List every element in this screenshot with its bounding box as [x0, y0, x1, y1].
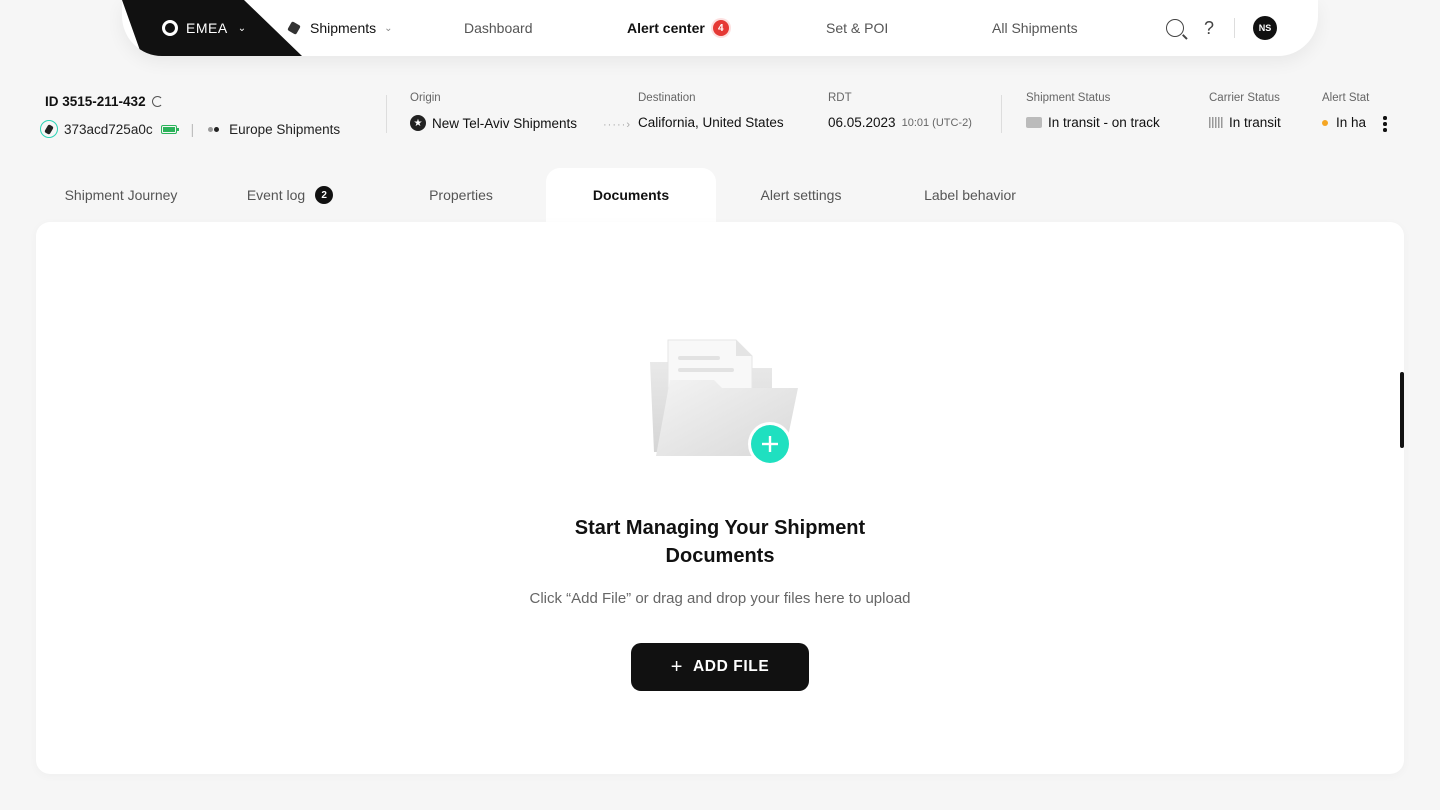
rdt-time: 10:01 (UTC-2): [901, 116, 972, 129]
empty-state-title-line2: Documents: [665, 545, 775, 567]
folder-add-illustration-icon: [650, 339, 798, 466]
rdt-field: RDT 06.05.2023 10:01 (UTC-2): [828, 92, 972, 130]
route-arrow-icon: ·····›: [603, 119, 631, 131]
carrier-status-value: In transit: [1229, 115, 1281, 130]
region-label: EMEA: [186, 20, 228, 36]
help-icon[interactable]: ?: [1202, 18, 1216, 39]
carrier-status-field: Carrier Status In transit: [1209, 92, 1281, 130]
rdt-date: 06.05.2023: [828, 115, 896, 130]
barcode-icon: [1209, 117, 1223, 128]
origin-label: Origin: [410, 92, 441, 104]
shipment-group[interactable]: Europe Shipments: [229, 122, 340, 137]
tab-shipment-journey[interactable]: Shipment Journey: [40, 168, 202, 222]
origin-value: New Tel-Aviv Shipments: [432, 115, 578, 131]
alert-count-badge: 4: [712, 20, 729, 36]
scrollbar-thumb[interactable]: [1400, 372, 1404, 448]
region-selector[interactable]: EMEA ⌄: [122, 0, 302, 56]
alert-status-field: Alert Stat In ha: [1322, 92, 1372, 130]
empty-state-title: Start Managing Your Shipment Documents: [36, 514, 1404, 570]
star-icon: ★: [410, 115, 426, 131]
divider: [1234, 18, 1235, 38]
shipment-status-value: In transit - on track: [1048, 115, 1160, 130]
divider: [1001, 95, 1002, 133]
nav-shipments-label: Shipments: [310, 20, 377, 36]
empty-state-title-line1: Start Managing Your Shipment: [574, 517, 866, 539]
shipment-id: ID 3515-211-432: [45, 94, 163, 109]
add-file-label: ADD FILE: [693, 658, 770, 675]
shipment-status-label: Shipment Status: [1026, 92, 1111, 104]
alert-status-value: In ha: [1336, 115, 1367, 130]
package-icon: [288, 21, 302, 35]
refresh-icon[interactable]: [151, 96, 163, 107]
alert-status-label: Alert Stat: [1322, 92, 1370, 104]
divider: |: [190, 121, 195, 137]
chevron-down-icon: ⌄: [237, 22, 247, 34]
divider: [386, 95, 387, 133]
destination-value: California, United States: [638, 115, 784, 130]
documents-panel[interactable]: Start Managing Your Shipment Documents C…: [36, 222, 1404, 774]
top-navigation: EMEA ⌄ Shipments ⌄ Dashboard Alert cente…: [122, 0, 1318, 56]
nav-alert-center[interactable]: Alert center 4: [627, 0, 729, 56]
nav-shipments-dropdown[interactable]: Shipments ⌄: [288, 0, 393, 56]
destination-label: Destination: [638, 92, 696, 104]
destination-field: Destination California, United States: [638, 92, 784, 130]
carrier-status-label: Carrier Status: [1209, 92, 1280, 104]
user-avatar[interactable]: NS: [1253, 16, 1277, 40]
tab-documents[interactable]: Documents: [546, 168, 716, 222]
tag-icon: [40, 120, 58, 138]
add-file-button[interactable]: + ADD FILE: [631, 643, 809, 691]
chevron-down-icon: ⌄: [384, 22, 393, 34]
alert-status-dot: [1322, 119, 1328, 126]
origin-field: Origin ★ New Tel-Aviv Shipments: [410, 92, 577, 131]
nav-alert-center-label: Alert center: [627, 20, 705, 36]
shipment-subinfo: 373acd725a0c | Europe Shipments: [40, 120, 340, 138]
event-count-badge: 2: [315, 186, 334, 204]
nav-dashboard[interactable]: Dashboard: [464, 0, 533, 56]
tab-label-behavior[interactable]: Label behavior: [900, 168, 1040, 222]
nav-tools: ? NS: [1166, 0, 1277, 56]
tag-id[interactable]: 373acd725a0c: [64, 122, 153, 137]
tab-properties[interactable]: Properties: [396, 168, 526, 222]
tab-alert-settings[interactable]: Alert settings: [736, 168, 866, 222]
shipment-id-text: ID 3515-211-432: [45, 94, 146, 109]
plus-icon: +: [670, 655, 683, 678]
shipment-status-field: Shipment Status In transit - on track: [1026, 92, 1160, 130]
search-icon[interactable]: [1166, 19, 1184, 37]
more-options-icon[interactable]: [1383, 116, 1387, 132]
empty-state-description: Click “Add File” or drag and drop your f…: [529, 590, 911, 607]
tab-event-log[interactable]: Event log 2: [222, 168, 358, 222]
truck-icon: [1026, 117, 1042, 128]
rdt-label: RDT: [828, 92, 852, 104]
tab-event-log-label: Event log: [246, 187, 306, 203]
group-icon: [208, 126, 220, 132]
battery-icon: [160, 124, 179, 134]
nav-all-shipments[interactable]: All Shipments: [992, 0, 1078, 56]
brand-logo-icon: [162, 20, 178, 36]
nav-set-poi[interactable]: Set & POI: [826, 0, 888, 56]
